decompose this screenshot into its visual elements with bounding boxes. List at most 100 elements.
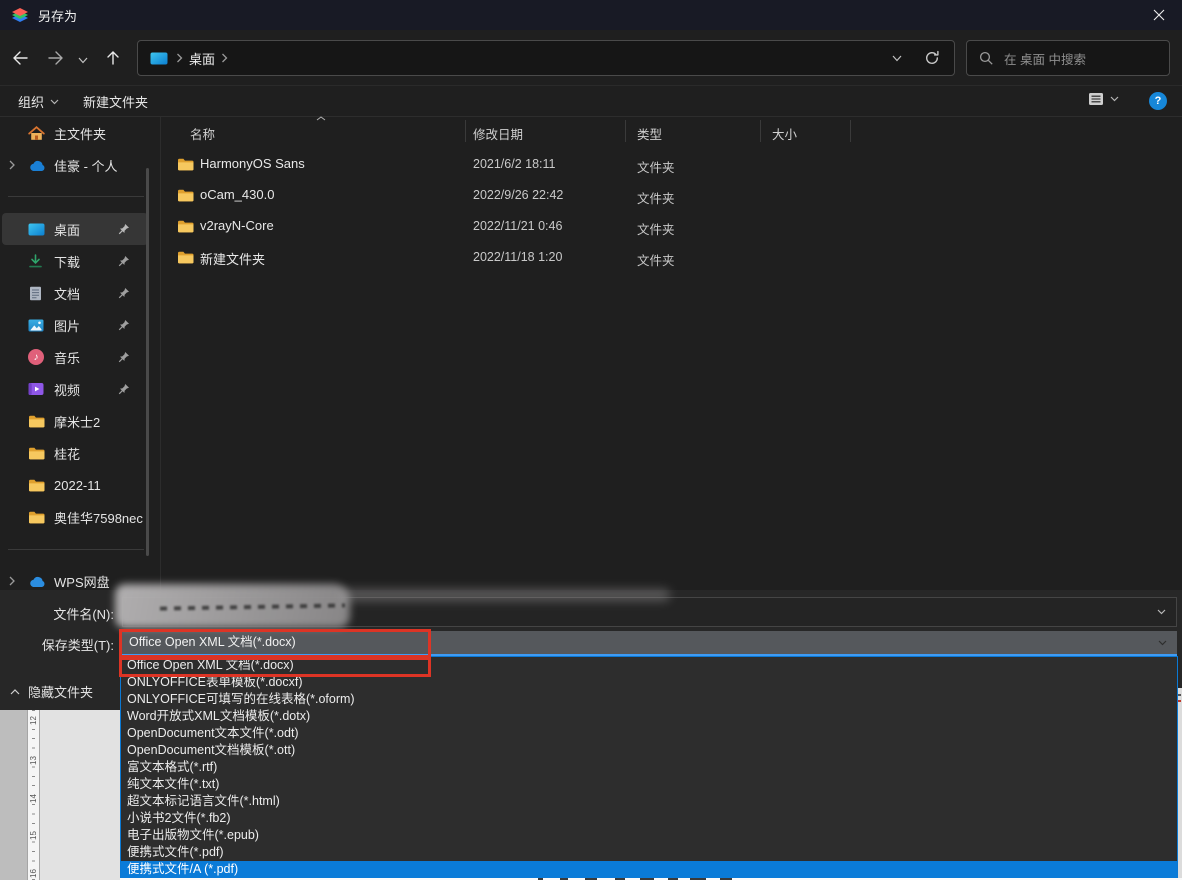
sidebar-item-label: 奥佳华7598nec — [54, 510, 143, 526]
view-options-button[interactable] — [1088, 92, 1119, 106]
help-button[interactable]: ? — [1149, 92, 1167, 110]
column-header-name[interactable]: 名称 — [190, 124, 215, 143]
forward-button[interactable] — [42, 44, 70, 72]
filetype-option[interactable]: 富文本格式(*.rtf) — [121, 759, 1177, 776]
filetype-option-highlighted[interactable]: 便携式文件/A (*.pdf) — [121, 861, 1177, 878]
annotation-rectangle — [119, 657, 431, 677]
sidebar-item-label: 视频 — [54, 382, 81, 398]
filetype-option[interactable]: 电子出版物文件(*.epub) — [121, 827, 1177, 844]
annotation-rectangle — [119, 629, 431, 658]
filetype-option[interactable]: 纯文本文件(*.txt) — [121, 776, 1177, 793]
sidebar-item-pictures[interactable]: 图片 — [2, 309, 148, 341]
sidebar-item-label: 佳豪 - 个人 — [54, 158, 118, 174]
vertical-ruler: 12 13 14 15 16 — [27, 710, 40, 880]
ruler-number: 16 — [29, 868, 38, 879]
help-glyph: ? — [1154, 95, 1162, 107]
home-icon — [28, 125, 45, 141]
sidebar-item-downloads[interactable]: 下载 — [2, 245, 148, 277]
filename-label: 文件名(N): — [53, 607, 114, 622]
sidebar-scrollbar[interactable] — [146, 168, 149, 556]
pin-icon — [118, 351, 130, 363]
filetype-option[interactable]: 便携式文件(*.pdf) — [121, 844, 1177, 861]
file-name: HarmonyOS Sans — [200, 156, 305, 171]
file-row[interactable]: v2rayN-Core 2022/11/21 0:46 文件夹 — [160, 211, 860, 242]
folder-icon — [28, 479, 45, 492]
filetype-option[interactable]: ONLYOFFICE可填写的在线表格(*.oform) — [121, 691, 1177, 708]
hide-folders-button[interactable]: 隐藏文件夹 — [10, 682, 93, 701]
breadcrumb-chevron-icon — [221, 53, 228, 63]
address-dropdown-icon[interactable] — [892, 55, 902, 62]
chevron-down-icon — [1110, 96, 1119, 102]
column-separator[interactable] — [850, 120, 851, 142]
chevron-down-icon — [1157, 609, 1166, 615]
folder-icon — [177, 158, 194, 171]
folder-icon — [28, 415, 45, 428]
pin-icon — [118, 383, 130, 395]
pictures-icon — [28, 319, 44, 332]
desktop-location-icon — [150, 52, 168, 65]
sidebar-item-folder[interactable]: 摩米士2 — [2, 405, 148, 437]
filetype-option[interactable]: 小说书2文件(*.fb2) — [121, 810, 1177, 827]
expander-chevron-icon[interactable] — [8, 160, 16, 170]
filetype-option[interactable]: OpenDocument文本文件(*.odt) — [121, 725, 1177, 742]
sidebar-item-desktop[interactable]: 桌面 — [2, 213, 148, 245]
search-input[interactable]: 在 桌面 中搜索 — [966, 40, 1170, 76]
sidebar-item-label: 图片 — [54, 318, 81, 334]
file-type: 文件夹 — [637, 254, 675, 268]
column-separator[interactable] — [760, 120, 761, 142]
breadcrumb[interactable]: 桌面 — [189, 49, 215, 68]
column-separator[interactable] — [625, 120, 626, 142]
ruler-number: 14 — [29, 793, 38, 804]
pin-icon — [118, 223, 130, 235]
column-header-date[interactable]: 修改日期 — [473, 124, 523, 143]
sidebar-item-music[interactable]: ♪ 音乐 — [2, 341, 148, 373]
chevron-down-icon — [1158, 640, 1167, 646]
filetype-option[interactable]: Word开放式XML文档模板(*.dotx) — [121, 708, 1177, 725]
file-date: 2022/9/26 22:42 — [473, 188, 564, 202]
ruler-number: 13 — [29, 755, 38, 766]
sidebar-item-folder[interactable]: 奥佳华7598nec — [2, 501, 148, 533]
file-date: 2021/6/2 18:11 — [473, 157, 556, 171]
filetype-option[interactable]: OpenDocument文档模板(*.ott) — [121, 742, 1177, 759]
sidebar-item-documents[interactable]: 文档 — [2, 277, 148, 309]
sidebar-item-videos[interactable]: 视频 — [2, 373, 148, 405]
column-header-size[interactable]: 大小 — [772, 124, 797, 143]
sidebar-item-folder[interactable]: 桂花 — [2, 437, 148, 469]
file-row[interactable]: 新建文件夹 2022/11/18 1:20 文件夹 — [160, 242, 860, 273]
close-icon — [1153, 9, 1165, 21]
up-icon — [105, 50, 121, 66]
onedrive-cloud-icon — [28, 159, 47, 172]
address-bar[interactable]: 桌面 — [137, 40, 955, 76]
savetype-label: 保存类型(T): — [41, 638, 114, 653]
forward-icon — [47, 50, 65, 66]
sidebar-item-folder[interactable]: 2022-11 — [2, 469, 148, 501]
organize-button[interactable]: 组织 — [18, 92, 59, 111]
close-button[interactable] — [1136, 0, 1182, 30]
sidebar-item-label: 音乐 — [54, 350, 81, 366]
new-folder-button[interactable]: 新建文件夹 — [83, 92, 148, 111]
new-folder-label: 新建文件夹 — [83, 95, 149, 110]
pin-icon — [118, 287, 130, 299]
column-header-type[interactable]: 类型 — [637, 124, 662, 143]
sidebar-item-home[interactable]: 主文件夹 — [2, 117, 148, 149]
refresh-icon[interactable] — [924, 50, 940, 66]
recent-locations-button[interactable] — [72, 46, 94, 74]
back-button[interactable] — [6, 44, 34, 72]
column-separator[interactable] — [465, 120, 466, 142]
chevron-up-icon — [10, 688, 20, 695]
filetype-dropdown-list: Office Open XML 文档(*.docx) ONLYOFFICE表单模… — [120, 656, 1178, 878]
chevron-down-icon — [78, 57, 88, 64]
app-logo-icon — [10, 6, 30, 24]
file-name: 新建文件夹 — [200, 252, 266, 267]
file-name: v2rayN-Core — [200, 218, 274, 233]
file-row[interactable]: oCam_430.0 2022/9/26 22:42 文件夹 — [160, 180, 860, 211]
expander-chevron-icon[interactable] — [8, 576, 16, 586]
up-button[interactable] — [99, 44, 127, 72]
ruler-number: 12 — [29, 715, 38, 726]
filetype-option[interactable]: 超文本标记语言文件(*.html) — [121, 793, 1177, 810]
sidebar-item-onedrive[interactable]: 佳豪 - 个人 — [2, 149, 148, 181]
file-row[interactable]: HarmonyOS Sans 2021/6/2 18:11 文件夹 — [160, 149, 860, 180]
title-bar: 另存为 — [0, 0, 1182, 30]
ruler-number: 15 — [29, 830, 38, 841]
chevron-down-icon — [50, 99, 59, 105]
